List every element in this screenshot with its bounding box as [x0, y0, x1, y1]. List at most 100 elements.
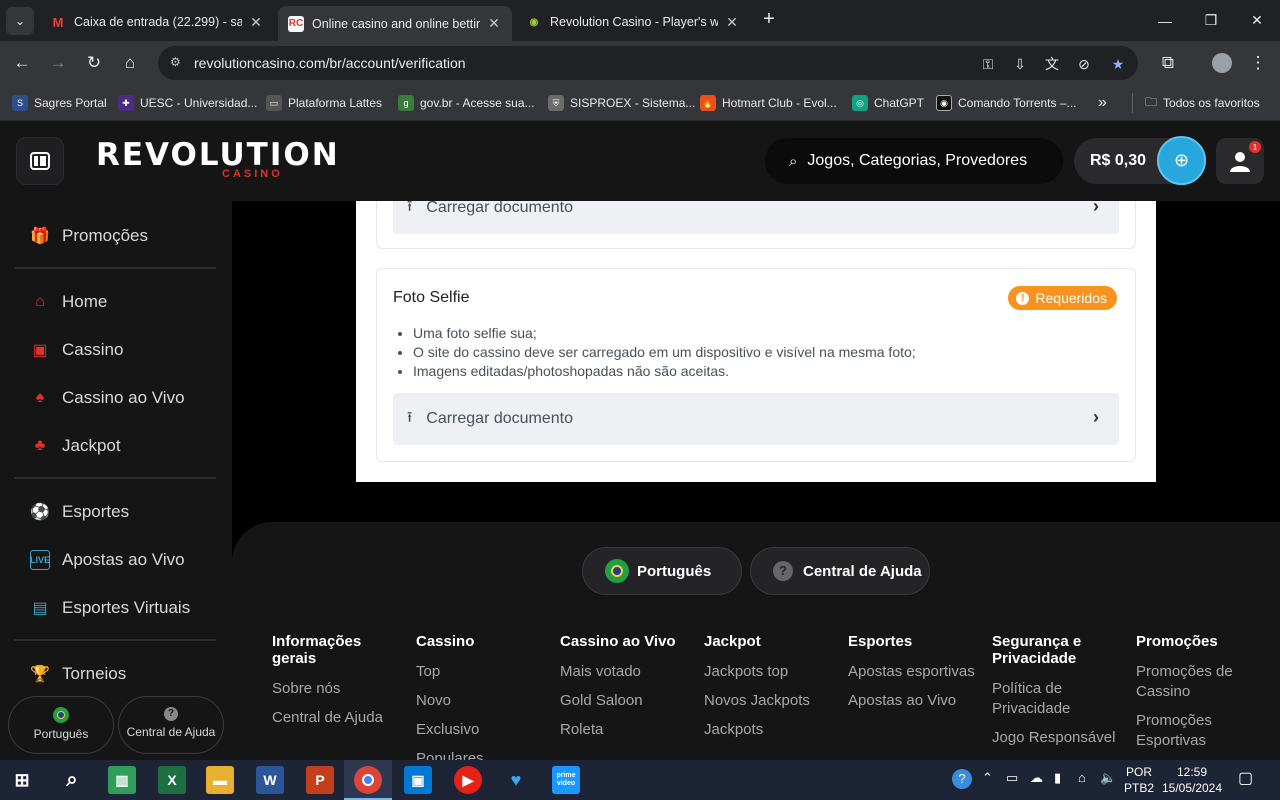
- back-button[interactable]: ←: [8, 49, 36, 77]
- footer-link[interactable]: Jogo Responsável: [992, 728, 1120, 748]
- tab-revolution-players[interactable]: ◉ Revolution Casino - Player's wit ✕: [516, 6, 750, 38]
- address-bar[interactable]: ⚙ revolutioncasino.com/br/account/verifi…: [158, 46, 1138, 80]
- sidebar-item-jackpot[interactable]: ♣ Jackpot: [30, 431, 121, 461]
- footer-help-center[interactable]: ? Central de Ajuda: [750, 547, 930, 595]
- close-window-button[interactable]: ✕: [1234, 0, 1280, 41]
- word-icon[interactable]: W: [256, 766, 284, 794]
- bookmark-item[interactable]: ▭ Plataforma Lattes: [266, 93, 382, 113]
- profile-avatar[interactable]: [1208, 49, 1236, 77]
- minimize-button[interactable]: —: [1142, 0, 1188, 41]
- language-selector[interactable]: Português: [8, 696, 114, 754]
- game-search-button[interactable]: ⌕ Jogos, Categorias, Provedores: [765, 138, 1063, 184]
- prime-video-icon[interactable]: prime video: [552, 766, 580, 794]
- notifications-icon[interactable]: ▢: [1238, 768, 1253, 788]
- tab-gmail[interactable]: M Caixa de entrada (22.299) - sap ✕: [40, 6, 274, 38]
- deposit-button[interactable]: ⊕: [1157, 136, 1206, 185]
- close-icon[interactable]: ✕: [724, 14, 740, 31]
- footer-link[interactable]: Top: [416, 662, 544, 682]
- footer-link[interactable]: Roleta: [560, 720, 688, 740]
- sidebar-item-torneios[interactable]: 🏆 Torneios: [30, 659, 126, 689]
- footer-link[interactable]: Novo: [416, 691, 544, 711]
- bookmark-icon: g: [398, 95, 414, 111]
- help-center-link[interactable]: ? Central de Ajuda: [118, 696, 224, 754]
- bookmark-item[interactable]: ⛨ SISPROEX - Sistema...: [548, 93, 695, 113]
- cloud-icon[interactable]: ☁: [1030, 770, 1043, 786]
- bookmark-item[interactable]: g gov.br - Acesse sua...: [398, 93, 535, 113]
- footer-link[interactable]: Jackpots top: [704, 662, 832, 682]
- sidebar-item-cassino[interactable]: ▣ Cassino: [30, 335, 123, 365]
- tab-search-button[interactable]: ⌄: [6, 7, 34, 35]
- new-tab-button[interactable]: +: [758, 8, 780, 30]
- site-logo[interactable]: REVOLUTION: [96, 137, 340, 173]
- footer-link[interactable]: Sobre nós: [272, 679, 400, 699]
- bookmark-item[interactable]: ◎ ChatGPT: [852, 93, 924, 113]
- bookmark-item[interactable]: ◉ Comando Torrents –...: [936, 93, 1077, 113]
- youtube-music-icon[interactable]: ▶: [454, 766, 482, 794]
- chrome-icon[interactable]: [354, 766, 382, 794]
- footer-language-selector[interactable]: Português: [582, 547, 742, 595]
- footer-link[interactable]: Populares: [416, 749, 544, 760]
- forward-button[interactable]: →: [44, 49, 72, 77]
- bookmark-star-icon[interactable]: ★: [1108, 54, 1128, 74]
- footer-column: Cassino Top Novo Exclusivo Populares: [416, 633, 544, 760]
- close-icon[interactable]: ✕: [248, 14, 264, 31]
- close-icon[interactable]: ✕: [486, 15, 502, 32]
- network-icon[interactable]: ⌂: [1078, 770, 1086, 785]
- sidebar-item-esportes[interactable]: ⚽ Esportes: [30, 497, 129, 527]
- menu-kebab-icon[interactable]: ⋮: [1244, 49, 1272, 77]
- upload-selfie-button[interactable]: ⭱ Carregar documento ›: [393, 393, 1119, 445]
- windows-start-icon[interactable]: ⊞: [8, 766, 36, 794]
- all-bookmarks-folder[interactable]: 🗀 Todos os favoritos: [1132, 93, 1260, 113]
- footer-link[interactable]: Apostas ao Vivo: [848, 691, 976, 711]
- bookmark-item[interactable]: S Sagres Portal: [12, 93, 107, 113]
- extensions-icon[interactable]: ⧉: [1154, 49, 1182, 77]
- battery-icon[interactable]: ▮: [1054, 770, 1061, 786]
- reload-button[interactable]: ↻: [80, 49, 108, 77]
- footer-link[interactable]: Promoções de Cassino: [1136, 662, 1264, 702]
- footer-link[interactable]: Política de Privacidade: [992, 679, 1120, 719]
- list-item: Uma foto selfie sua;: [413, 324, 916, 343]
- footer-link[interactable]: Promoções Esportivas: [1136, 711, 1264, 751]
- sidebar-item-apostas-ao-vivo[interactable]: LIVE Apostas ao Vivo: [30, 545, 185, 575]
- install-app-icon[interactable]: ⇩: [1010, 54, 1030, 74]
- sidebar-toggle-button[interactable]: [16, 137, 64, 185]
- search-icon[interactable]: ⌕: [58, 766, 86, 794]
- translate-icon[interactable]: 文: [1042, 54, 1062, 74]
- footer-link[interactable]: Novos Jackpots: [704, 691, 832, 711]
- footer-link[interactable]: Central de Ajuda: [272, 708, 400, 728]
- user-menu-button[interactable]: 1: [1216, 138, 1264, 184]
- tab-revolution-active[interactable]: RC Online casino and online bettin ✕: [278, 6, 512, 41]
- sidebar-item-cassino-ao-vivo[interactable]: ♠ Cassino ao Vivo: [30, 383, 185, 413]
- footer-link[interactable]: Gold Saloon: [560, 691, 688, 711]
- footer-link[interactable]: Mais votado: [560, 662, 688, 682]
- password-key-icon[interactable]: ⚿: [978, 54, 998, 74]
- home-button[interactable]: ⌂: [116, 49, 144, 77]
- footer-column: Informações gerais Sobre nós Central de …: [272, 633, 400, 737]
- footer-link[interactable]: Apostas esportivas: [848, 662, 976, 682]
- volume-icon[interactable]: 🔈: [1100, 770, 1116, 786]
- bookmark-item[interactable]: ✚ UESC - Universidad...: [118, 93, 257, 113]
- bookmark-item[interactable]: 🔥 Hotmart Club - Evol...: [700, 93, 837, 113]
- clock[interactable]: 12:59 15/05/2024: [1160, 764, 1224, 796]
- chevron-up-icon[interactable]: ⌃: [982, 770, 993, 786]
- keyboard-layout-indicator[interactable]: POR PTB2: [1122, 764, 1156, 796]
- excel-icon[interactable]: X: [158, 766, 186, 794]
- store-icon[interactable]: ▣: [404, 766, 432, 794]
- sidebar-item-home[interactable]: ⌂ Home: [30, 287, 107, 317]
- sidebar-item-esportes-virtuais[interactable]: ▤ Esportes Virtuais: [30, 593, 190, 623]
- footer-column: Cassino ao Vivo Mais votado Gold Saloon …: [560, 633, 688, 749]
- bookmarks-overflow-button[interactable]: »: [1098, 93, 1107, 113]
- file-explorer-icon[interactable]: ▬: [206, 766, 234, 794]
- help-tray-icon[interactable]: ?: [952, 769, 972, 789]
- restore-button[interactable]: ❐: [1188, 0, 1234, 41]
- footer-link[interactable]: Jackpots: [704, 720, 832, 740]
- eye-off-icon[interactable]: ⊘: [1074, 54, 1094, 74]
- powerpoint-icon[interactable]: P: [306, 766, 334, 794]
- footer-link[interactable]: Exclusivo: [416, 720, 544, 740]
- charts-app-icon[interactable]: ▥: [108, 766, 136, 794]
- site-info-icon[interactable]: ⚙: [170, 55, 181, 69]
- health-app-icon[interactable]: ♥: [502, 766, 530, 794]
- meet-icon[interactable]: ▭: [1006, 770, 1018, 786]
- sidebar-item-promocoes[interactable]: 🎁 Promoções: [30, 221, 148, 251]
- sidebar-item-label: Apostas ao Vivo: [62, 550, 185, 569]
